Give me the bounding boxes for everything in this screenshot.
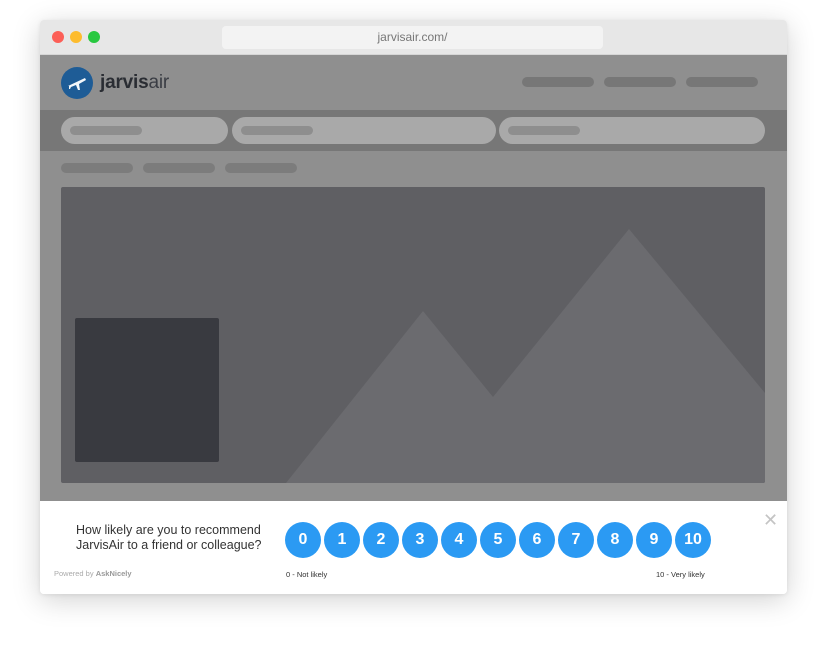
nps-survey-panel: How likely are you to recommend JarvisAi…: [40, 501, 787, 594]
breadcrumb-placeholder[interactable]: [143, 163, 215, 173]
address-bar[interactable]: jarvisair.com/: [222, 26, 603, 49]
browser-window: jarvisair.com/ jarvisair How likely are: [40, 20, 787, 594]
survey-question: How likely are you to recommend JarvisAi…: [76, 523, 262, 552]
search-field-placeholder[interactable]: [499, 117, 765, 144]
logo-icon: [61, 67, 93, 99]
score-button-9[interactable]: 9: [636, 522, 672, 558]
score-button-4[interactable]: 4: [441, 522, 477, 558]
score-button-10[interactable]: 10: [675, 522, 711, 558]
score-button-3[interactable]: 3: [402, 522, 438, 558]
logo-text-bold: jarvis: [100, 72, 149, 93]
powered-prefix: Powered by: [54, 569, 96, 578]
close-icon[interactable]: ✕: [763, 511, 778, 529]
low-score-label: 0 - Not likely: [286, 570, 328, 579]
minimize-window-button[interactable]: [70, 31, 82, 43]
score-button-7[interactable]: 7: [558, 522, 594, 558]
high-score-label: 10 - Very likely: [656, 570, 705, 579]
close-window-button[interactable]: [52, 31, 64, 43]
search-field-placeholder[interactable]: [232, 117, 496, 144]
browser-titlebar: jarvisair.com/: [40, 20, 787, 55]
maximize-window-button[interactable]: [88, 31, 100, 43]
powered-by[interactable]: Powered by AskNicely: [54, 569, 132, 578]
site-logo[interactable]: jarvisair: [100, 72, 169, 94]
search-band: [40, 110, 787, 151]
logo-text-light: air: [148, 72, 169, 93]
thumbnail-placeholder: [75, 318, 219, 462]
score-button-1[interactable]: 1: [324, 522, 360, 558]
score-button-5[interactable]: 5: [480, 522, 516, 558]
nav-link-placeholder[interactable]: [522, 77, 594, 87]
hero-image-placeholder: [61, 187, 765, 483]
score-button-6[interactable]: 6: [519, 522, 555, 558]
search-field-placeholder[interactable]: [61, 117, 228, 144]
score-button-2[interactable]: 2: [363, 522, 399, 558]
nav-link-placeholder[interactable]: [604, 77, 676, 87]
breadcrumb-placeholder[interactable]: [61, 163, 133, 173]
breadcrumb-placeholder[interactable]: [225, 163, 297, 173]
nav-link-placeholder[interactable]: [686, 77, 758, 87]
page-content: jarvisair: [40, 55, 787, 501]
score-button-8[interactable]: 8: [597, 522, 633, 558]
powered-brand: AskNicely: [95, 569, 132, 578]
score-button-0[interactable]: 0: [285, 522, 321, 558]
